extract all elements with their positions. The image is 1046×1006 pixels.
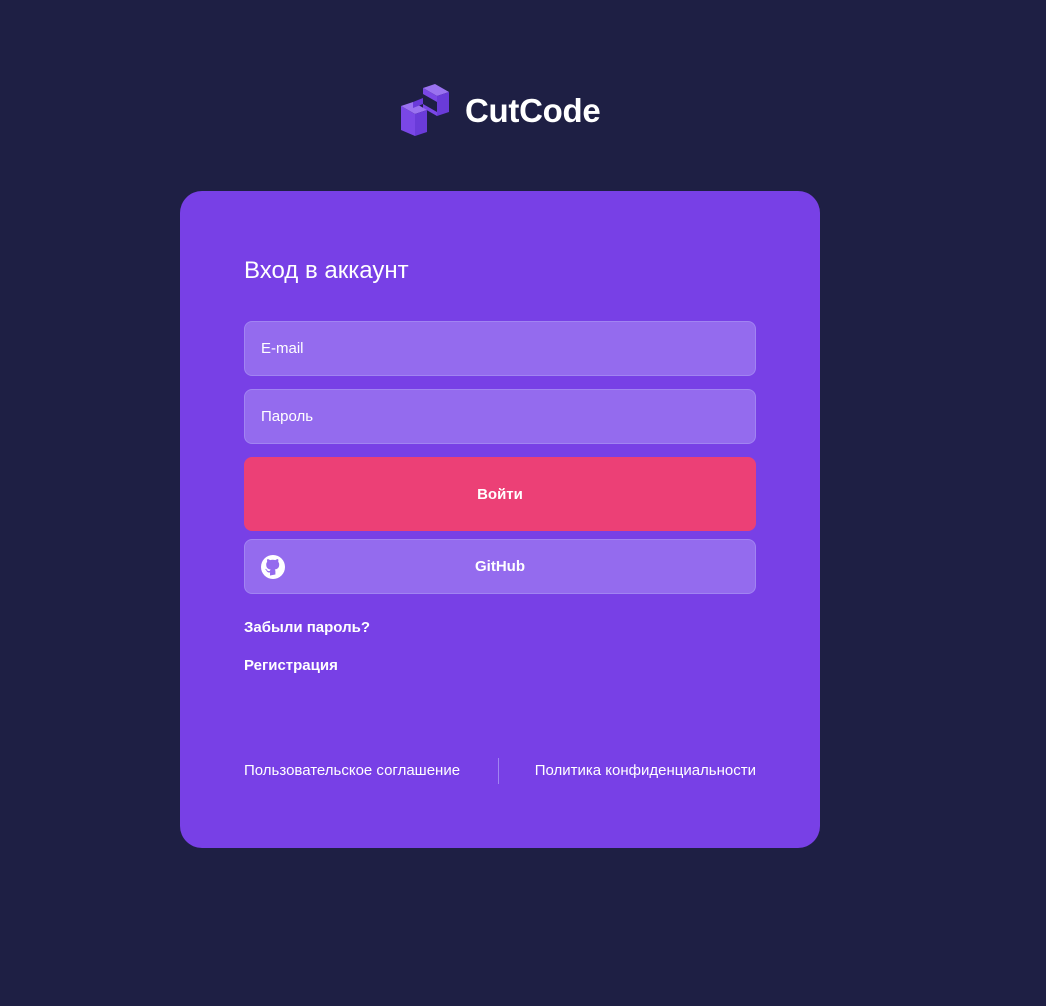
login-button[interactable]: Войти bbox=[244, 457, 756, 531]
login-card: Вход в аккаунт Войти GitHub Забыли парол… bbox=[180, 191, 820, 848]
brand-name: CutCode bbox=[465, 92, 601, 129]
register-link[interactable]: Регистрация bbox=[244, 657, 338, 674]
forgot-password-link[interactable]: Забыли пароль? bbox=[244, 619, 370, 636]
footer-links: Пользовательское соглашение Политика кон… bbox=[244, 758, 756, 784]
github-icon bbox=[261, 555, 285, 579]
terms-link[interactable]: Пользовательское соглашение bbox=[244, 762, 460, 779]
github-login-button[interactable]: GitHub bbox=[244, 539, 756, 594]
cutcode-logo-icon bbox=[399, 84, 451, 138]
privacy-link[interactable]: Политика конфиденциальности bbox=[535, 762, 756, 779]
footer-divider bbox=[498, 758, 499, 784]
password-input[interactable] bbox=[244, 389, 756, 444]
email-input[interactable] bbox=[244, 321, 756, 376]
login-title: Вход в аккаунт bbox=[244, 257, 409, 284]
login-page: CutCode Вход в аккаунт Войти GitHub Забы… bbox=[0, 0, 1046, 1006]
brand-header: CutCode bbox=[399, 84, 601, 138]
github-button-label: GitHub bbox=[475, 558, 525, 575]
